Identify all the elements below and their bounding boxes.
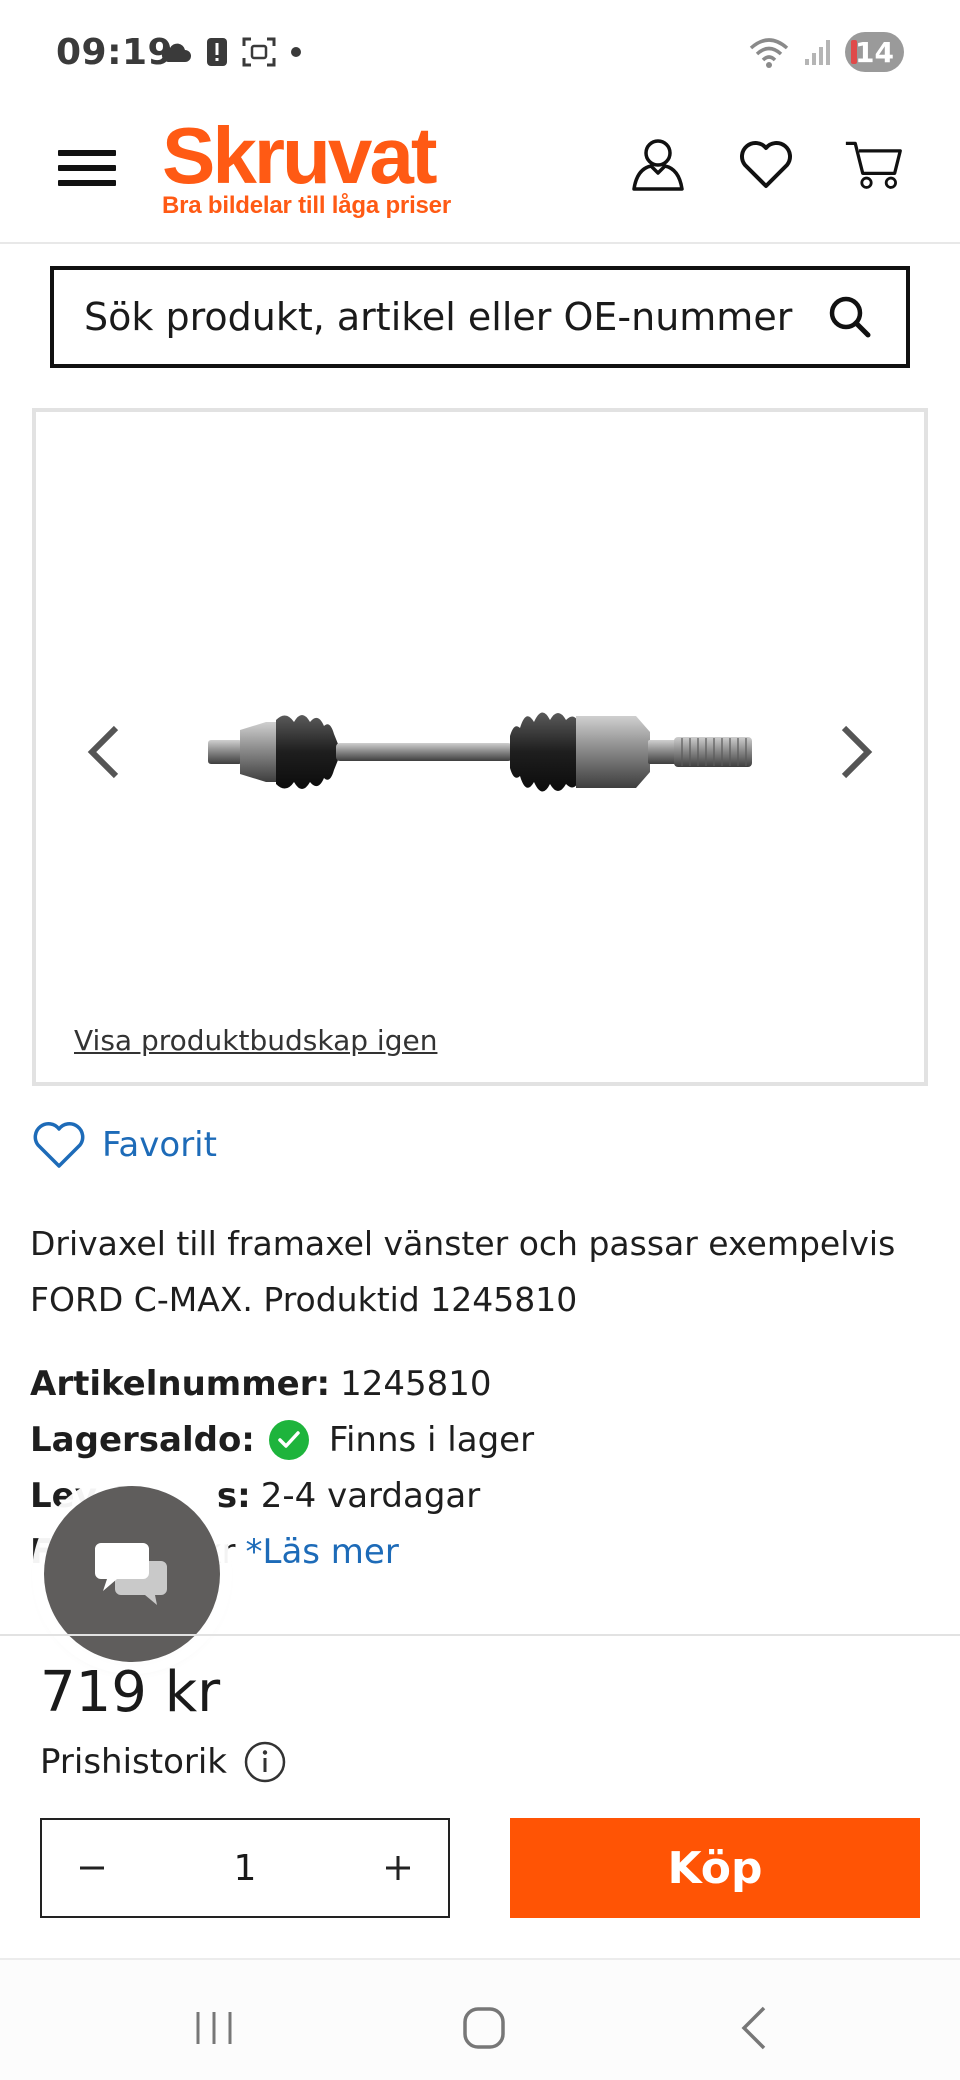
- price: 719 kr: [40, 1660, 221, 1725]
- price-history-link[interactable]: Prishistorik: [40, 1740, 287, 1784]
- alert-icon: [207, 38, 227, 66]
- heart-icon[interactable]: [736, 134, 796, 194]
- recent-apps-icon: [196, 2012, 232, 2044]
- screenshot-icon: [242, 37, 276, 67]
- stock-label: Lagersaldo:: [30, 1420, 255, 1460]
- search-bar: [50, 266, 910, 368]
- check-icon: [268, 1420, 309, 1460]
- cloud-icon: [161, 43, 191, 62]
- show-product-message-link[interactable]: Visa produktbudskap igen: [74, 1024, 437, 1057]
- logo-tagline: Bra bildelar till låga priser: [162, 192, 451, 219]
- read-more-link[interactable]: *Läs mer: [246, 1524, 399, 1580]
- search-input[interactable]: [84, 295, 824, 339]
- chevron-right-icon: [841, 725, 873, 779]
- signal-icon: [805, 40, 831, 65]
- system-nav-bar: [0, 1960, 960, 2080]
- status-bar: 09:19 14: [0, 0, 960, 110]
- divider: [0, 1634, 960, 1636]
- delivery-label-tail: s:: [216, 1476, 251, 1516]
- product-image[interactable]: [206, 692, 756, 812]
- dot-icon: [291, 47, 301, 57]
- article-number-value: 1245810: [340, 1364, 492, 1404]
- product-gallery: Visa produktbudskap igen: [32, 408, 928, 1086]
- notification-badge: 14: [845, 32, 904, 72]
- cart-icon[interactable]: [844, 134, 904, 194]
- home-icon: [463, 2007, 505, 2049]
- logo-wordmark: Skruvat: [162, 111, 437, 200]
- minus-icon: [80, 1866, 104, 1870]
- recent-apps-button[interactable]: [184, 1998, 244, 2058]
- previous-image-button[interactable]: [76, 712, 132, 792]
- status-icons-left: [160, 36, 302, 68]
- decrease-quantity-button[interactable]: [68, 1844, 116, 1892]
- product-page: 09:19 14 Skruvat Bra bildelar till låga …: [0, 0, 960, 2080]
- logo[interactable]: Skruvat Bra bildelar till låga priser: [162, 114, 451, 220]
- chevron-left-icon: [87, 725, 119, 779]
- chat-icon: [95, 1543, 167, 1605]
- wifi-icon: [749, 38, 789, 68]
- menu-icon[interactable]: [58, 144, 116, 192]
- product-description: Drivaxel till framaxel vänster och passa…: [30, 1224, 896, 1319]
- home-button[interactable]: [454, 1998, 514, 2058]
- heart-outline-icon: [33, 1122, 85, 1168]
- next-image-button[interactable]: [828, 712, 884, 792]
- plus-icon: [386, 1856, 410, 1880]
- spec-article-number: Artikelnummer: 1245810: [30, 1356, 930, 1412]
- favorite-button[interactable]: Favorit: [32, 1120, 217, 1170]
- price-history-label: Prishistorik: [40, 1742, 227, 1782]
- buy-button[interactable]: Köp: [510, 1818, 920, 1918]
- spec-stock: Lagersaldo: Finns i lager: [30, 1412, 930, 1468]
- status-time: 09:19: [56, 32, 174, 73]
- account-icon[interactable]: [628, 134, 688, 194]
- header-actions: [628, 134, 904, 194]
- stock-value: Finns i lager: [328, 1420, 535, 1460]
- increase-quantity-button[interactable]: [374, 1844, 422, 1892]
- delivery-value: 2-4 vardagar: [260, 1476, 481, 1516]
- quantity-input[interactable]: [185, 1847, 305, 1889]
- search-icon[interactable]: [824, 291, 876, 343]
- article-number-label: Artikelnummer:: [30, 1364, 331, 1404]
- quantity-stepper: [40, 1818, 450, 1918]
- favorite-label: Favorit: [102, 1125, 217, 1165]
- back-icon: [741, 2006, 766, 2050]
- back-button[interactable]: [724, 1998, 784, 2058]
- status-icons-right: 14: [747, 32, 904, 72]
- site-header: Skruvat Bra bildelar till låga priser: [0, 110, 960, 244]
- info-icon: [244, 1741, 286, 1783]
